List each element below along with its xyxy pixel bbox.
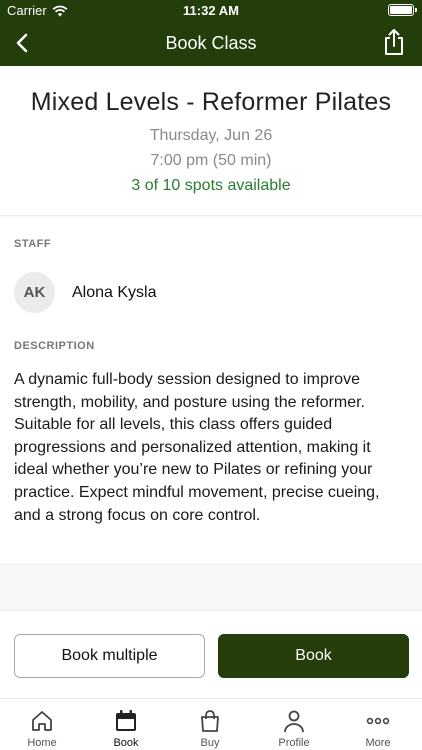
- content-divider: [0, 563, 422, 610]
- home-icon: [32, 711, 52, 731]
- tab-buy[interactable]: Buy: [168, 699, 252, 750]
- class-time: 7:00 pm (50 min): [150, 152, 272, 169]
- tab-bar: Home Book Buy Profile More: [0, 698, 422, 750]
- tab-profile[interactable]: Profile: [252, 699, 336, 750]
- class-name: Mixed Levels - Reformer Pilates: [30, 88, 392, 116]
- booking-actions: Book multiple Book: [0, 610, 422, 698]
- avatar: AK: [14, 272, 55, 313]
- share-button[interactable]: [380, 27, 408, 57]
- staff-section-label: STAFF: [14, 238, 52, 250]
- tab-book-label: Book: [113, 737, 139, 749]
- tab-home-label: Home: [27, 737, 57, 749]
- class-summary: Mixed Levels - Reformer Pilates Thursday…: [0, 66, 422, 216]
- tab-home[interactable]: Home: [0, 699, 84, 750]
- calendar-icon: [116, 710, 136, 731]
- staff-row[interactable]: AK Alona Kysla: [14, 272, 157, 313]
- page-title: Book Class: [165, 33, 257, 53]
- battery-icon: [388, 4, 417, 16]
- share-icon: [385, 29, 403, 55]
- description-section-label: DESCRIPTION: [14, 340, 95, 352]
- tab-more[interactable]: More: [336, 699, 420, 750]
- class-description: A dynamic full-body session designed to …: [14, 371, 380, 524]
- tab-profile-label: Profile: [278, 737, 310, 749]
- app-header: Carrier 11:32 AM Book Class: [0, 0, 422, 66]
- class-date: Thursday, Jun 26: [149, 127, 273, 144]
- shopping-bag-icon: [201, 710, 219, 732]
- tab-more-label: More: [365, 737, 391, 749]
- nav-bar: Book Class: [0, 20, 422, 66]
- book-multiple-button[interactable]: Book multiple: [14, 634, 205, 678]
- book-button[interactable]: Book: [218, 634, 409, 678]
- tab-book[interactable]: Book: [84, 699, 168, 750]
- status-bar: Carrier 11:32 AM: [0, 0, 422, 20]
- more-dots-icon: [366, 717, 390, 725]
- staff-name: Alona Kysla: [72, 283, 157, 301]
- tab-buy-label: Buy: [200, 737, 220, 749]
- person-icon: [284, 710, 304, 733]
- spots-available: 3 of 10 spots available: [131, 177, 291, 194]
- status-time: 11:32 AM: [183, 3, 239, 18]
